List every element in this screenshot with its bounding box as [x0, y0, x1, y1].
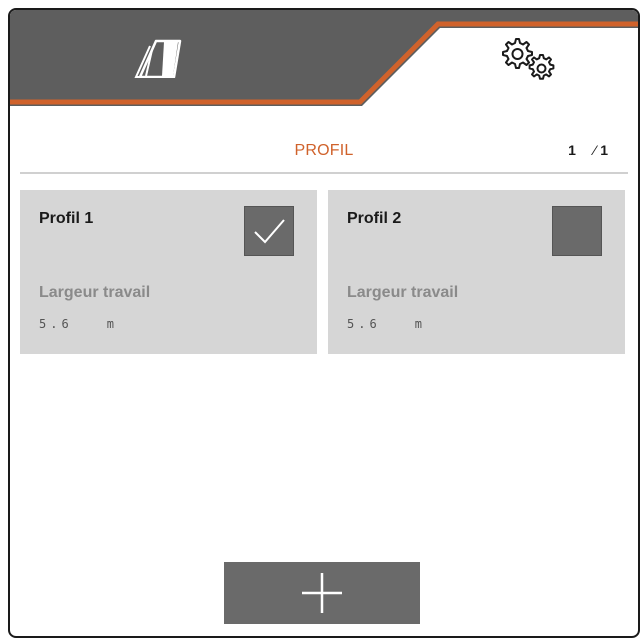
pager: 1 ⁄ 1 — [568, 142, 608, 158]
gears-icon — [502, 38, 555, 80]
profile-name: Profil 1 — [39, 210, 94, 227]
title-row: PROFIL 1 ⁄ 1 — [20, 122, 628, 174]
profile-card-2[interactable]: Profil 2 Largeur travail 5.6 m — [328, 190, 625, 354]
tab-settings[interactable] — [450, 10, 610, 106]
page-current: 1 — [568, 142, 576, 158]
profile-width-value-row: 5.6 m — [39, 317, 118, 331]
profile-width-label: Largeur travail — [39, 284, 151, 301]
profile-width-label: Largeur travail — [347, 284, 459, 301]
profile-name: Profil 2 — [347, 210, 402, 227]
add-profile-button[interactable] — [224, 562, 420, 624]
check-icon — [254, 219, 285, 244]
profile-width-value: 5.6 — [39, 317, 73, 331]
machine-icon — [134, 39, 182, 78]
tab-bar — [10, 10, 638, 114]
tab-machine[interactable] — [50, 10, 270, 106]
page-title: PROFIL — [294, 142, 354, 159]
screen: PROFIL 1 ⁄ 1 Profil 1 Largeur travail 5.… — [8, 8, 640, 638]
profile-width-value-row: 5.6 m — [347, 317, 426, 331]
profile-checkbox-checked[interactable] — [244, 206, 294, 256]
page-total: 1 — [600, 142, 608, 158]
profile-width-value: 5.6 — [347, 317, 381, 331]
plus-icon — [302, 573, 342, 613]
profile-width-unit: m — [414, 317, 426, 331]
profile-checkbox-unchecked[interactable] — [552, 206, 602, 256]
profile-card-1[interactable]: Profil 1 Largeur travail 5.6 m — [20, 190, 317, 354]
profile-width-unit: m — [106, 317, 118, 331]
page-separator: ⁄ — [593, 142, 597, 158]
